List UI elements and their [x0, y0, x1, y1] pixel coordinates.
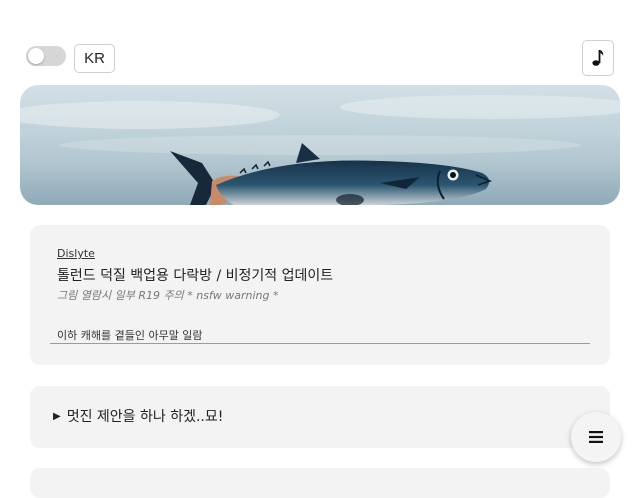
- category-link[interactable]: Dislyte: [57, 247, 95, 260]
- music-note-icon: [592, 50, 604, 66]
- banner-image: [20, 85, 620, 205]
- theme-toggle[interactable]: [26, 46, 66, 66]
- disclosure-triangle-icon: ▶: [53, 410, 61, 422]
- divider: [50, 343, 590, 344]
- post-intro: 이하 캐해를 곁들인 아무말 일람: [57, 329, 203, 342]
- language-button[interactable]: KR: [74, 44, 115, 73]
- tuna-banner-image: [20, 85, 620, 205]
- toggle-knob: [28, 48, 44, 64]
- top-bar: KR: [0, 0, 640, 85]
- post-title: 톨런드 덕질 백업용 다락방 / 비정기적 업데이트: [57, 268, 334, 284]
- details-card: ▶ 멋진 제안을 하나 하겠..묘!: [30, 386, 610, 448]
- menu-button[interactable]: [571, 412, 621, 462]
- menu-icon: [589, 431, 603, 443]
- post-subtitle: 그림 열람시 일부 R19 주의 * nsfw warning *: [57, 289, 279, 302]
- post-card: Dislyte 톨런드 덕질 백업용 다락방 / 비정기적 업데이트 그림 열람…: [30, 225, 610, 365]
- music-button[interactable]: [582, 40, 614, 76]
- details-summary[interactable]: ▶ 멋진 제안을 하나 하겠..묘!: [53, 406, 223, 426]
- details-summary-label: 멋진 제안을 하나 하겠..묘!: [66, 409, 224, 425]
- next-card: [30, 468, 610, 498]
